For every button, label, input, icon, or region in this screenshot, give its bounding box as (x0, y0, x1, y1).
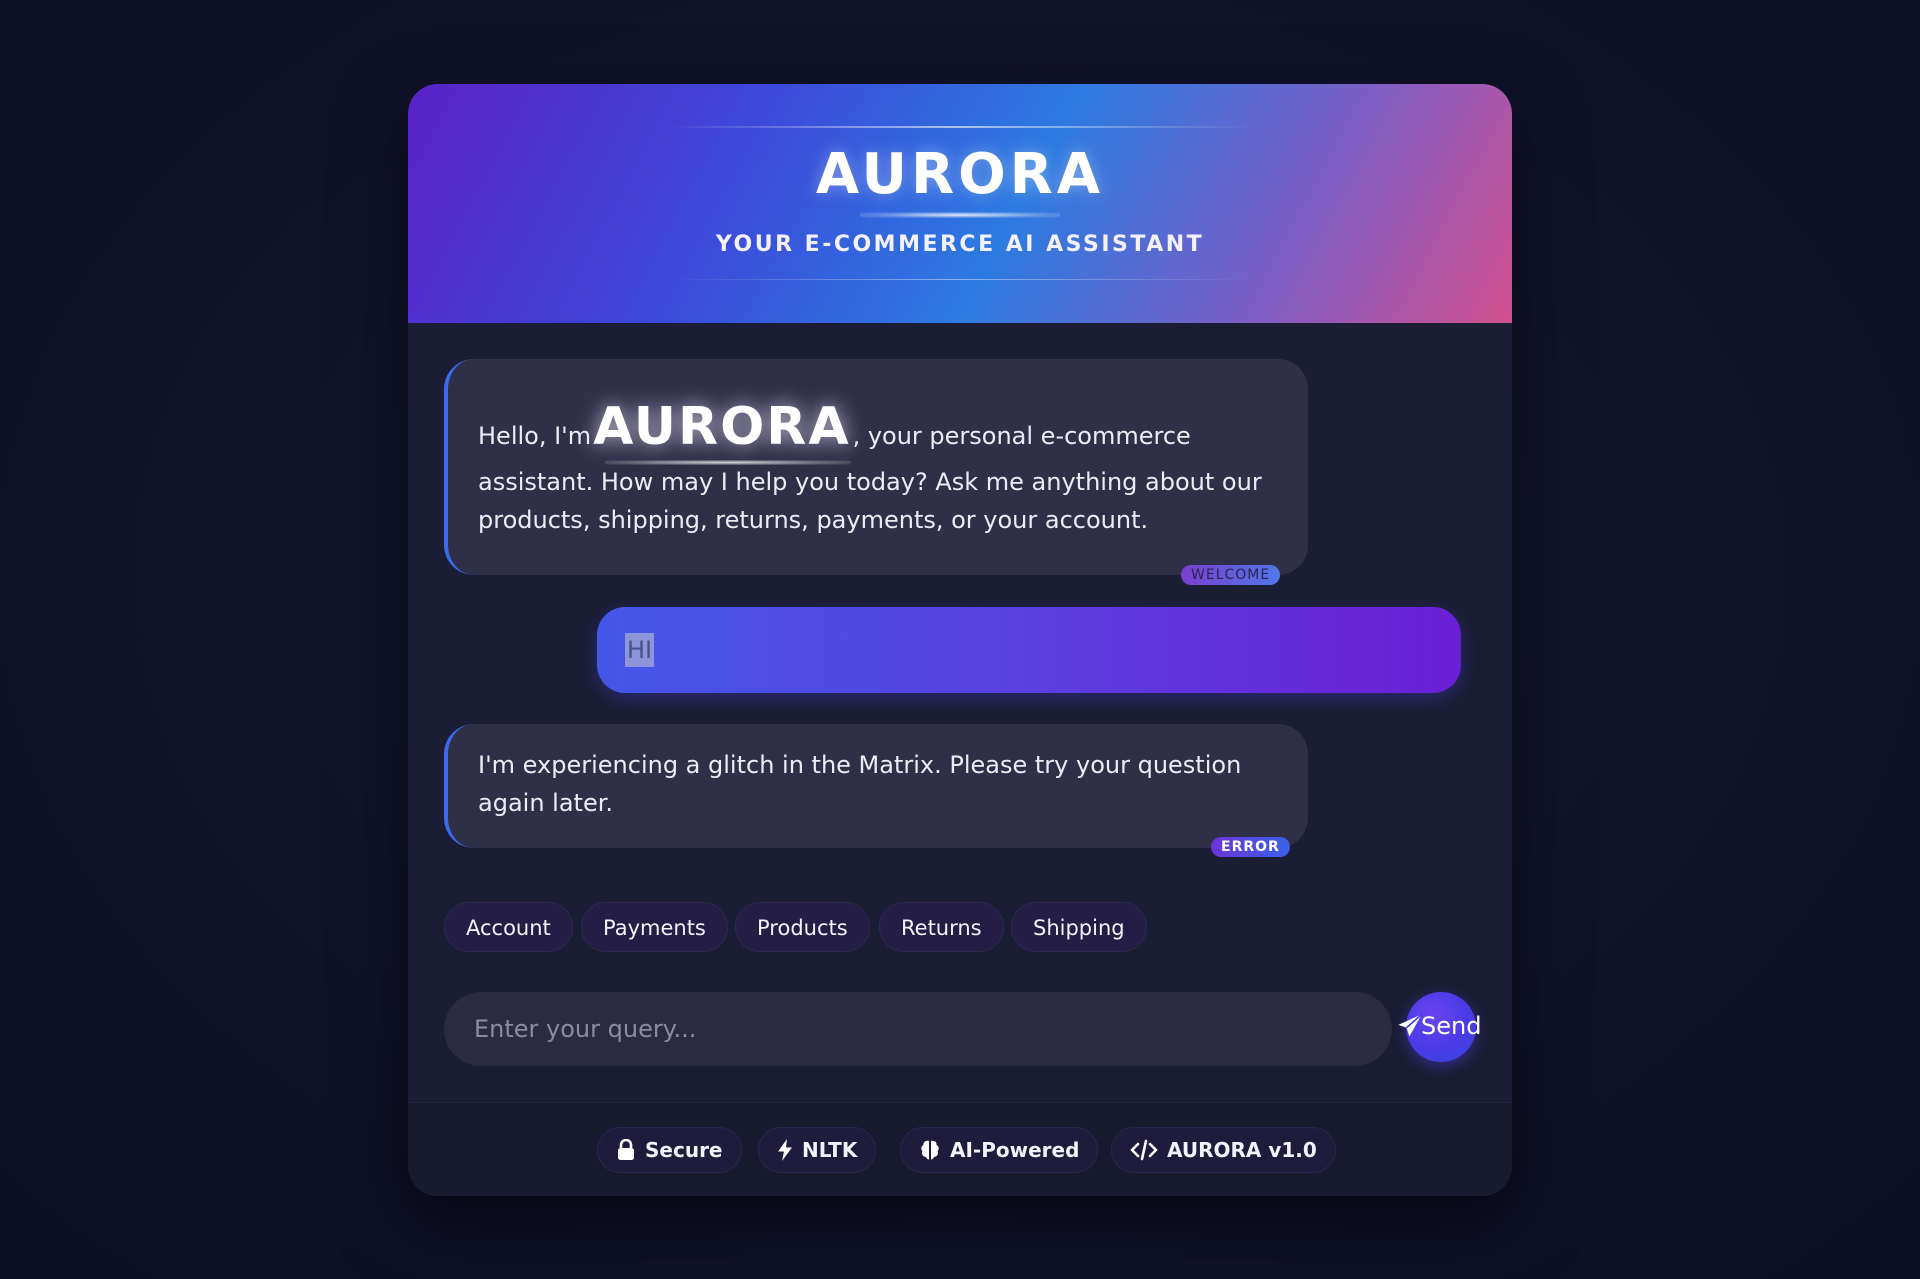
quick-reply-returns[interactable]: Returns (879, 902, 1004, 952)
user-message-text: HI (625, 633, 655, 667)
quick-reply-products[interactable]: Products (735, 902, 870, 952)
app-title: AURORA (815, 142, 1105, 207)
header-divider-bottom (668, 279, 1252, 280)
bot-message-welcome: Hello, I'm AURORA , your personal e-comm… (444, 359, 1308, 575)
brand-name-highlight: AURORA (593, 397, 851, 465)
welcome-prefix: Hello, I'm (478, 422, 592, 450)
user-message: HI (597, 607, 1461, 693)
title-glow-underline (860, 212, 1060, 218)
badge-nltk: NLTK (758, 1127, 877, 1173)
badge-version: AURORA v1.0 (1111, 1127, 1336, 1173)
badge-ai-powered-label: AI-Powered (950, 1138, 1080, 1162)
query-input-container (444, 992, 1392, 1066)
send-button[interactable]: Send (1398, 992, 1481, 1062)
quick-reply-account[interactable]: Account (444, 902, 573, 952)
header-divider-top (668, 126, 1252, 128)
bot-message-error: I'm experiencing a glitch in the Matrix.… (444, 724, 1308, 848)
badge-ai-powered: AI-Powered (900, 1127, 1099, 1173)
brain-icon (921, 1140, 939, 1160)
brand-glow-underline (605, 460, 851, 465)
badge-nltk-label: NLTK (802, 1138, 858, 1162)
lock-icon (618, 1139, 634, 1160)
query-input[interactable] (444, 992, 1392, 1066)
welcome-tag-badge: WELCOME (1181, 565, 1281, 585)
brand-name-text: AURORA (593, 397, 851, 457)
error-tag-badge: ERROR (1211, 837, 1290, 857)
app-subtitle: YOUR E-COMMERCE AI ASSISTANT (715, 232, 1205, 257)
quick-reply-shipping[interactable]: Shipping (1011, 902, 1147, 952)
quick-reply-payments[interactable]: Payments (581, 902, 728, 952)
send-button-label: Send (1421, 1012, 1482, 1040)
badge-version-label: AURORA v1.0 (1167, 1138, 1317, 1162)
welcome-first-line: Hello, I'm AURORA , your personal e-comm… (478, 391, 1268, 465)
welcome-line1-suffix: , your personal e-commerce (852, 422, 1191, 450)
chat-header: AURORA YOUR E-COMMERCE AI ASSISTANT (408, 84, 1512, 323)
error-message-text: I'm experiencing a glitch in the Matrix.… (478, 751, 1242, 817)
code-icon (1130, 1139, 1158, 1161)
badge-secure-label: Secure (645, 1138, 723, 1162)
welcome-body: assistant. How may I help you today? Ask… (478, 468, 1262, 534)
bolt-icon (778, 1139, 792, 1161)
chat-app-window: AURORA YOUR E-COMMERCE AI ASSISTANT Hell… (408, 84, 1512, 1196)
paper-plane-icon (1398, 1013, 1423, 1037)
badge-secure: Secure (597, 1127, 742, 1173)
